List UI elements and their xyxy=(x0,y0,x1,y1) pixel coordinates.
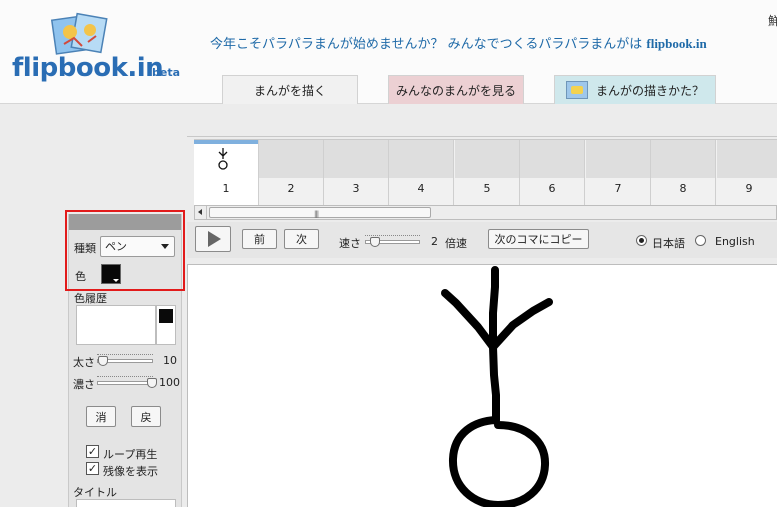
next-frame-button[interactable]: 次 xyxy=(284,229,319,249)
opacity-label: 濃さ xyxy=(73,378,95,391)
logo-text[interactable]: flipbook.in xyxy=(12,53,164,83)
play-button[interactable] xyxy=(195,226,231,252)
opacity-slider[interactable] xyxy=(97,381,153,385)
frame-thumbnail xyxy=(651,140,715,178)
frame-number: 4 xyxy=(417,182,425,195)
stick-figure-thumbnail-icon xyxy=(218,148,228,170)
thickness-slider-thumb[interactable] xyxy=(98,356,108,366)
undo-button[interactable]: 戻 xyxy=(131,406,161,427)
loop-checkbox[interactable]: ✓ xyxy=(86,445,99,458)
frame-strip-scrollbar[interactable]: ||| xyxy=(194,205,777,220)
frame-thumbnail xyxy=(455,140,519,178)
frame-thumbnail xyxy=(520,140,584,178)
lang-ja-radio[interactable] xyxy=(636,235,647,246)
lang-ja-label[interactable]: 日本語 xyxy=(652,235,685,251)
frame-number: 1 xyxy=(222,182,230,195)
howto-icon xyxy=(565,81,588,99)
tab-howto[interactable]: まんがの描きかた？ xyxy=(554,75,716,104)
opacity-value: 100 xyxy=(159,376,180,389)
site-tagline: 今年こそパラパラまんが始めませんか？ みんなでつくるパラパラまんがは flipb… xyxy=(210,33,707,52)
loop-label[interactable]: ループ再生 xyxy=(103,446,157,462)
left-gutter xyxy=(0,104,68,507)
tab-howto-label: まんがの描きかた？ xyxy=(595,83,704,98)
grip-icon: ||| xyxy=(314,210,319,218)
tagline-text: 今年こそパラパラまんが始めませんか？ みんなでつくるパラパラまんがは xyxy=(210,37,643,52)
frame-3[interactable]: 3 xyxy=(324,140,389,206)
beta-badge: beta xyxy=(152,66,181,79)
frame-9[interactable]: 9 xyxy=(717,140,777,206)
tagline-site: flipbook.in xyxy=(646,36,707,51)
frame-2[interactable]: 2 xyxy=(259,140,324,206)
onion-skin-label[interactable]: 残像を表示 xyxy=(103,463,158,479)
frame-number: 5 xyxy=(483,182,491,195)
scroll-left-arrow-icon[interactable] xyxy=(195,206,207,219)
onion-skin-checkbox[interactable]: ✓ xyxy=(86,462,99,475)
frame-8[interactable]: 8 xyxy=(651,140,716,206)
corner-text: 鮮 xyxy=(768,14,777,28)
lang-en-label[interactable]: English xyxy=(715,235,755,248)
speed-value: 2 xyxy=(431,235,438,248)
tab-draw[interactable]: まんがを描く xyxy=(222,75,358,104)
tab-draw-label: まんがを描く xyxy=(253,83,326,98)
frame-7[interactable]: 7 xyxy=(586,140,651,206)
thickness-label: 太さ xyxy=(73,356,95,369)
frame-strip: 1 2 3 4 5 6 7 8 9 xyxy=(194,139,777,206)
logo-illustration-icon xyxy=(50,12,108,55)
speed-label: 速さ xyxy=(339,237,361,250)
divider xyxy=(187,136,777,137)
frame-thumbnail xyxy=(194,140,258,178)
color-history-list[interactable] xyxy=(76,305,156,345)
thickness-value: 10 xyxy=(163,354,177,367)
playback-toolbar: 前 次 速さ 2 倍速 次のコマにコピー 日本語 English xyxy=(187,222,777,258)
scrollbar-thumb[interactable]: ||| xyxy=(209,207,431,218)
tab-view[interactable]: みんなのまんがを見る xyxy=(388,75,524,104)
frame-thumbnail xyxy=(259,140,323,178)
tab-view-label: みんなのまんがを見る xyxy=(395,83,516,98)
color-history-swatch[interactable] xyxy=(156,305,176,345)
speed-slider-thumb[interactable] xyxy=(370,237,380,247)
color-history-label: 色履歴 xyxy=(74,292,107,305)
opacity-slider-ticks xyxy=(97,376,153,379)
site-header: flipbook.in beta 今年こそパラパラまんが始めませんか？ みんなで… xyxy=(0,0,777,104)
frame-6[interactable]: 6 xyxy=(520,140,585,206)
frame-number: 9 xyxy=(745,182,753,195)
frame-number: 3 xyxy=(352,182,360,195)
erase-button[interactable]: 消 xyxy=(86,406,116,427)
prev-frame-button[interactable]: 前 xyxy=(242,229,277,249)
title-label: タイトル xyxy=(73,486,117,499)
frame-number: 6 xyxy=(548,182,556,195)
frame-thumbnail xyxy=(717,140,777,178)
opacity-slider-thumb[interactable] xyxy=(147,378,157,388)
lang-en-radio[interactable] xyxy=(695,235,706,246)
frame-1[interactable]: 1 xyxy=(194,140,259,206)
highlight-box xyxy=(65,210,185,291)
title-input[interactable] xyxy=(76,499,176,507)
frame-number: 2 xyxy=(287,182,295,195)
frame-4[interactable]: 4 xyxy=(389,140,454,206)
frame-number: 8 xyxy=(679,182,687,195)
stick-figure-drawing xyxy=(441,266,553,507)
frame-thumbnail xyxy=(389,140,453,178)
speed-unit: 倍速 xyxy=(445,237,467,250)
frame-thumbnail xyxy=(324,140,388,178)
frame-5[interactable]: 5 xyxy=(455,140,520,206)
drawing-canvas[interactable] xyxy=(187,264,777,507)
frame-thumbnail xyxy=(586,140,650,178)
copy-to-next-button[interactable]: 次のコマにコピー xyxy=(488,229,589,249)
frame-number: 7 xyxy=(614,182,622,195)
